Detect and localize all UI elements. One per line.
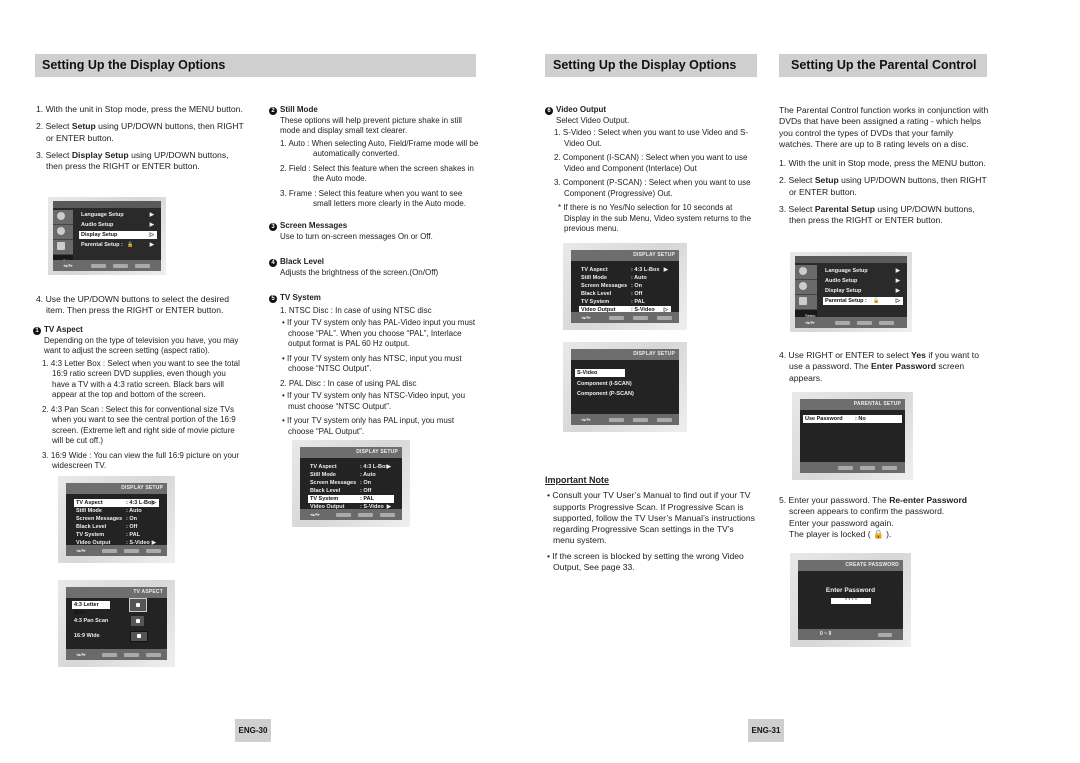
page-header-display-options-right: Setting Up the Display Options	[545, 54, 757, 77]
enter-password-label: Enter Password	[825, 587, 876, 594]
row-screen-messages[interactable]: Screen Messages: On	[579, 282, 671, 290]
black-level-section: 4 Black Level Adjusts the brightness of t…	[269, 257, 479, 278]
page-header-parental-control: Setting Up the Parental Control	[779, 54, 987, 77]
row-still-mode[interactable]: Still Mode: Auto	[74, 507, 159, 515]
navigation-pad-icon: ◂▴▾▸	[310, 512, 321, 518]
row-black-level[interactable]: Black Level: Off	[579, 290, 671, 298]
option-component-p-scan[interactable]: Component (P-SCAN)	[575, 390, 671, 398]
step-1: 1. With the unit in Stop mode, press the…	[36, 104, 243, 114]
row-tv-system[interactable]: TV System: PAL	[579, 298, 671, 306]
row-tv-aspect[interactable]: TV Aspect: 4:3 L-Box ▷	[74, 499, 159, 507]
menu-item-parental-setup[interactable]: Parental Setup : 🔓 ▶	[79, 241, 157, 249]
letter-box-icon	[129, 598, 147, 612]
tv-aspect-screen: TV ASPECT 4:3 Letter Box 4:3 Pan Scan 16…	[58, 580, 175, 667]
parental-step-5: 5. Enter your password. The Re-enter Pas…	[779, 495, 968, 539]
navigation-pad-icon: ◂▴▾▸	[805, 320, 816, 326]
pan-scan-icon	[131, 616, 144, 626]
row-still-mode[interactable]: Still Mode: Auto	[308, 471, 394, 479]
option-letter-box[interactable]: 4:3 Letter Box	[72, 601, 110, 616]
page-number-left: ENG-30	[235, 719, 271, 742]
parental-step-4: 4. Use RIGHT or ENTER to select Yes if y…	[779, 350, 979, 383]
navigation-pad-icon: ◂▴▾▸	[581, 417, 592, 423]
setup-menu-screen-parental: Setup Language Setup ▶ Audio Setup ▶ Displ…	[790, 252, 912, 332]
menu-item-language-setup[interactable]: Language Setup ▶	[823, 267, 903, 275]
page-number-right: ENG-31	[748, 719, 784, 742]
row-tv-system[interactable]: TV System: PAL	[74, 531, 159, 539]
video-output-options-screen: DISPLAY SETUP S-Video Component (I-SCAN)…	[563, 342, 687, 432]
tv-aspect-title: 1 TV Aspect	[33, 325, 245, 336]
parental-intro-steps: The Parental Control function works in c…	[779, 105, 989, 226]
option-pan-scan[interactable]: 4:3 Pan Scan	[72, 617, 159, 625]
option-s-video[interactable]: S-Video	[575, 369, 625, 377]
row-tv-aspect[interactable]: TV Aspect: 4:3 L-Box ▶	[579, 266, 671, 274]
step-3: 3. Select Display Setup using UP/DOWN bu…	[36, 149, 229, 172]
lock-open-icon: 🔓	[127, 242, 134, 248]
password-input[interactable]: * * * *	[831, 598, 871, 604]
parental-setup-screen: PARENTAL SETUP Use Password: No	[792, 392, 913, 480]
important-note: Important Note • Consult your TV User’s …	[545, 475, 755, 573]
menu-item-display-setup[interactable]: Display Setup ▷	[79, 231, 157, 239]
navigation-pad-icon: ◂▴▾▸	[581, 315, 592, 321]
screen-messages-section: 3 Screen Messages Use to turn on-screen m…	[269, 221, 479, 242]
step-4: 4. Use the UP/DOWN buttons to select the…	[36, 294, 229, 316]
lock-open-icon: 🔓	[873, 298, 880, 304]
menu-item-audio-setup[interactable]: Audio Setup ▶	[823, 277, 903, 285]
display-setup-screen-tv-system: DISPLAY SETUP TV Aspect: 4:3 L-Box ▶ Stil…	[292, 440, 410, 527]
row-still-mode[interactable]: Still Mode: Auto	[579, 274, 671, 282]
display-setup-screen-tv-aspect: DISPLAY SETUP TV Aspect: 4:3 L-Box ▷ Stil…	[58, 476, 175, 563]
row-tv-aspect[interactable]: TV Aspect: 4:3 L-Box ▶	[308, 463, 394, 471]
menu-item-parental-setup[interactable]: Parental Setup : 🔓 ▷	[823, 297, 903, 305]
row-tv-system[interactable]: TV System: PAL	[308, 495, 394, 503]
tv-system-section: 5 TV System 1. NTSC Disc : In case of usi…	[269, 293, 479, 441]
menu-item-language-setup[interactable]: Language Setup ▶	[79, 211, 157, 219]
option-component-i-scan[interactable]: Component (I-SCAN)	[575, 380, 671, 388]
tv-aspect-section: 1 TV Aspect Depending on the type of tele…	[33, 325, 245, 476]
navigation-pad-icon: ◂▴▾▸	[76, 652, 87, 658]
row-black-level[interactable]: Black Level: Off	[308, 487, 394, 495]
page-header-display-options: Setting Up the Display Options	[35, 54, 476, 77]
navigation-pad-icon: ◂▴▾▸	[76, 548, 87, 554]
navigation-pad-icon: ◂▴▾▸	[63, 263, 74, 269]
wide-icon	[130, 631, 148, 642]
row-screen-messages[interactable]: Screen Messages: On	[308, 479, 394, 487]
setup-menu-screen: Setup Language Setup▶ Audio Setup▶ Displ…	[48, 197, 166, 275]
video-output-section: 6 Video Output Select Video Output. 1. S-…	[545, 105, 755, 239]
display-setup-screen-video-output: DISPLAY SETUP TV Aspect: 4:3 L-Box ▶ Stil…	[563, 243, 687, 330]
menu-item-audio-setup[interactable]: Audio Setup ▶	[79, 221, 157, 229]
create-password-screen: CREATE PASSWORD Enter Password * * * * 0…	[790, 553, 911, 647]
row-black-level[interactable]: Black Level: Off	[74, 523, 159, 531]
step-2: 2. Select Setup using UP/DOWN buttons, t…	[36, 121, 244, 143]
still-mode-section: 2 Still Mode These options will help prev…	[269, 105, 479, 214]
menu-item-display-setup[interactable]: Display Setup ▶	[823, 287, 903, 295]
left-steps-column: 1. With the unit in Stop mode, press the…	[36, 104, 246, 178]
step-4-block: 4. Use the UP/DOWN buttons to select the…	[36, 294, 246, 323]
row-use-password[interactable]: Use Password: No	[803, 415, 902, 423]
row-screen-messages[interactable]: Screen Messages: On	[74, 515, 159, 523]
